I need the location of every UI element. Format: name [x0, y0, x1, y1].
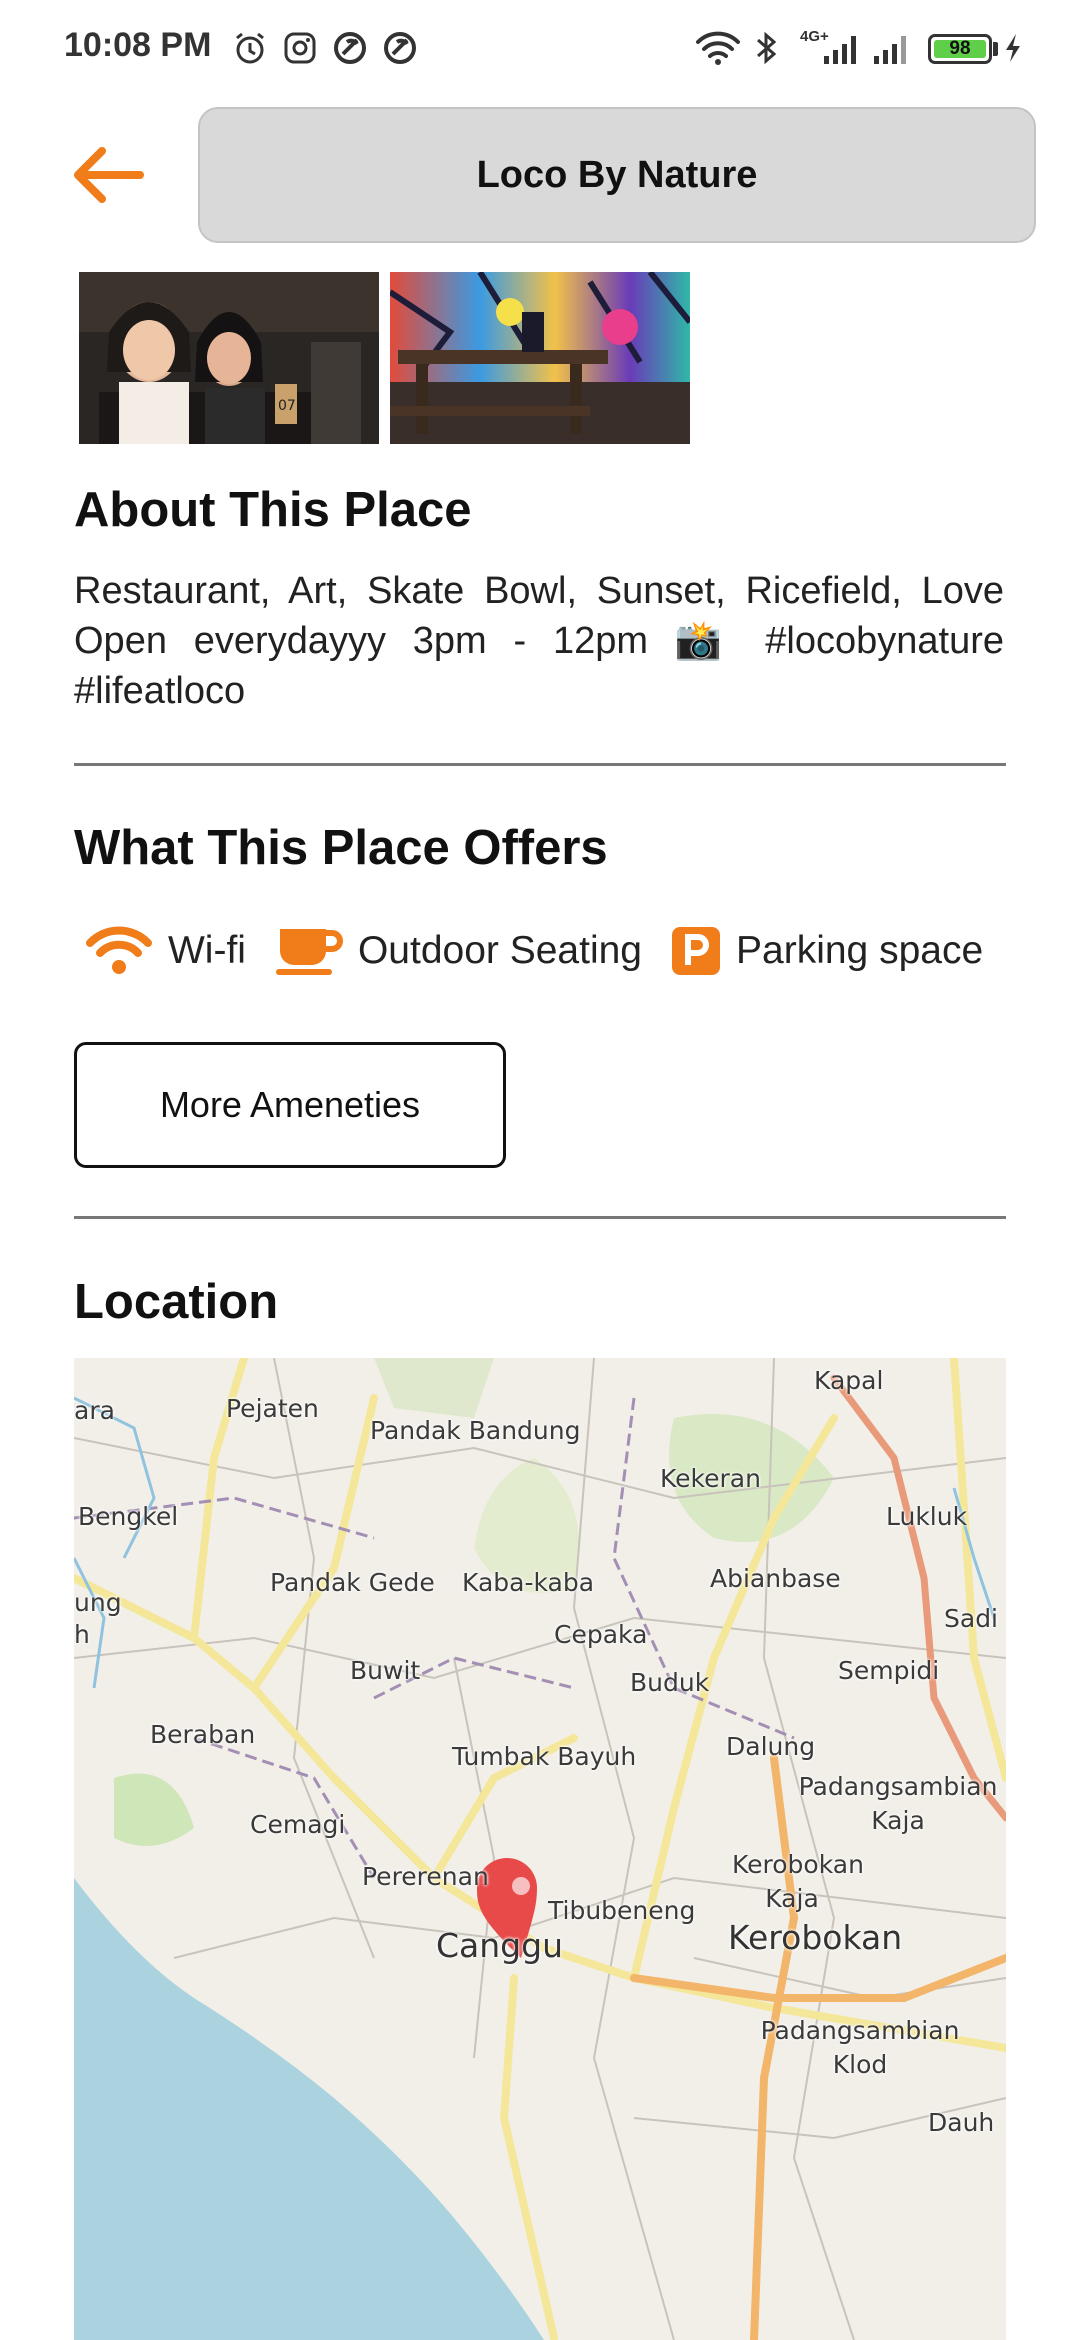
- map-label: Kerobokan Kaja: [732, 1850, 864, 1913]
- map-label: Buduk: [630, 1668, 710, 1697]
- amenity-label: Parking space: [736, 929, 984, 972]
- arrow-left-icon: [74, 147, 144, 203]
- map-label: Sempidi: [838, 1656, 940, 1685]
- map-label: Canggu: [436, 1926, 563, 1965]
- status-time: 10:08 PM: [64, 26, 212, 64]
- colorful-mural-table-photo: [390, 272, 690, 444]
- map-label: ung: [74, 1588, 122, 1617]
- amenity-wifi: Wi-fi: [84, 923, 246, 979]
- map-label: Pererenan: [362, 1862, 489, 1891]
- status-bar: 10:08 PM 4G+ 98: [0, 0, 1080, 100]
- map-label: Padangsambian Kaja: [798, 1772, 998, 1835]
- map-label: Kaba-kaba: [462, 1568, 595, 1597]
- amenity-parking: Parking space: [670, 925, 983, 977]
- amenity-label: Outdoor Seating: [357, 929, 642, 972]
- map-label: Lukluk: [886, 1502, 968, 1531]
- divider: [74, 1216, 1006, 1219]
- map-label: Bengkel: [78, 1502, 179, 1531]
- wifi-icon: [696, 31, 740, 65]
- location-map[interactable]: Kapal ara Pejaten Pandak Bandung Kekeran…: [74, 1358, 1006, 2340]
- map-label: Pandak Bandung: [370, 1416, 581, 1445]
- coffee-cup-icon: [275, 929, 343, 975]
- map-label: Kerobokan: [728, 1918, 903, 1957]
- parking-icon: [672, 927, 720, 975]
- map-label: Dauh: [928, 2108, 995, 2137]
- battery-icon: 98: [928, 34, 992, 64]
- map-label: ara: [74, 1396, 115, 1425]
- battery-level: 98: [949, 38, 971, 59]
- about-description: Restaurant, Art, Skate Bowl, Sunset, Ric…: [74, 570, 1004, 712]
- map-label: Beraban: [150, 1720, 256, 1749]
- map-label: Buwit: [350, 1656, 421, 1685]
- map-label: Tibubeneng: [548, 1896, 696, 1925]
- wifi-icon: [86, 926, 152, 974]
- map-label: Padangsambian Klod: [760, 2016, 960, 2079]
- back-button[interactable]: [68, 140, 148, 210]
- people-at-bar-photo: 07: [79, 272, 379, 444]
- app-notification-icon: [334, 32, 366, 64]
- map-label: Kekeran: [660, 1464, 761, 1493]
- map-label: Pandak Gede: [270, 1568, 435, 1597]
- place-photo[interactable]: [390, 272, 690, 444]
- amenity-label: Wi-fi: [168, 929, 246, 972]
- about-heading: About This Place: [74, 483, 472, 537]
- map-label: Kapal: [814, 1366, 884, 1395]
- map-label: Pejaten: [226, 1394, 319, 1423]
- signal-icon: [824, 36, 856, 64]
- more-amenities-button[interactable]: More Ameneties: [74, 1042, 506, 1168]
- divider: [74, 763, 1006, 766]
- map-label: Tumbak Bayuh: [452, 1742, 637, 1771]
- amenities-list: Wi-fi Outdoor Seating Parking space: [84, 916, 1011, 986]
- page-title: Loco By Nature: [198, 107, 1036, 243]
- svg-text:07: 07: [278, 398, 296, 414]
- map-label: Cemagi: [250, 1810, 346, 1839]
- charging-icon: [1006, 34, 1020, 62]
- map-label: Abianbase: [710, 1564, 841, 1593]
- place-photo[interactable]: 07: [79, 272, 379, 444]
- alarm-icon: [236, 32, 264, 64]
- map-label: Cepaka: [554, 1620, 648, 1649]
- amenity-outdoor-seating: Outdoor Seating: [274, 923, 642, 979]
- app-notification-icon: [384, 32, 416, 64]
- instagram-icon: [284, 32, 316, 64]
- map-label: h: [74, 1620, 90, 1649]
- location-heading: Location: [74, 1275, 279, 1329]
- signal-icon: [874, 36, 906, 64]
- map-background: [74, 1358, 1006, 2340]
- offers-heading: What This Place Offers: [74, 821, 608, 875]
- map-label: Sadi: [944, 1604, 999, 1633]
- bluetooth-icon: [757, 31, 777, 65]
- map-label: Dalung: [726, 1732, 816, 1761]
